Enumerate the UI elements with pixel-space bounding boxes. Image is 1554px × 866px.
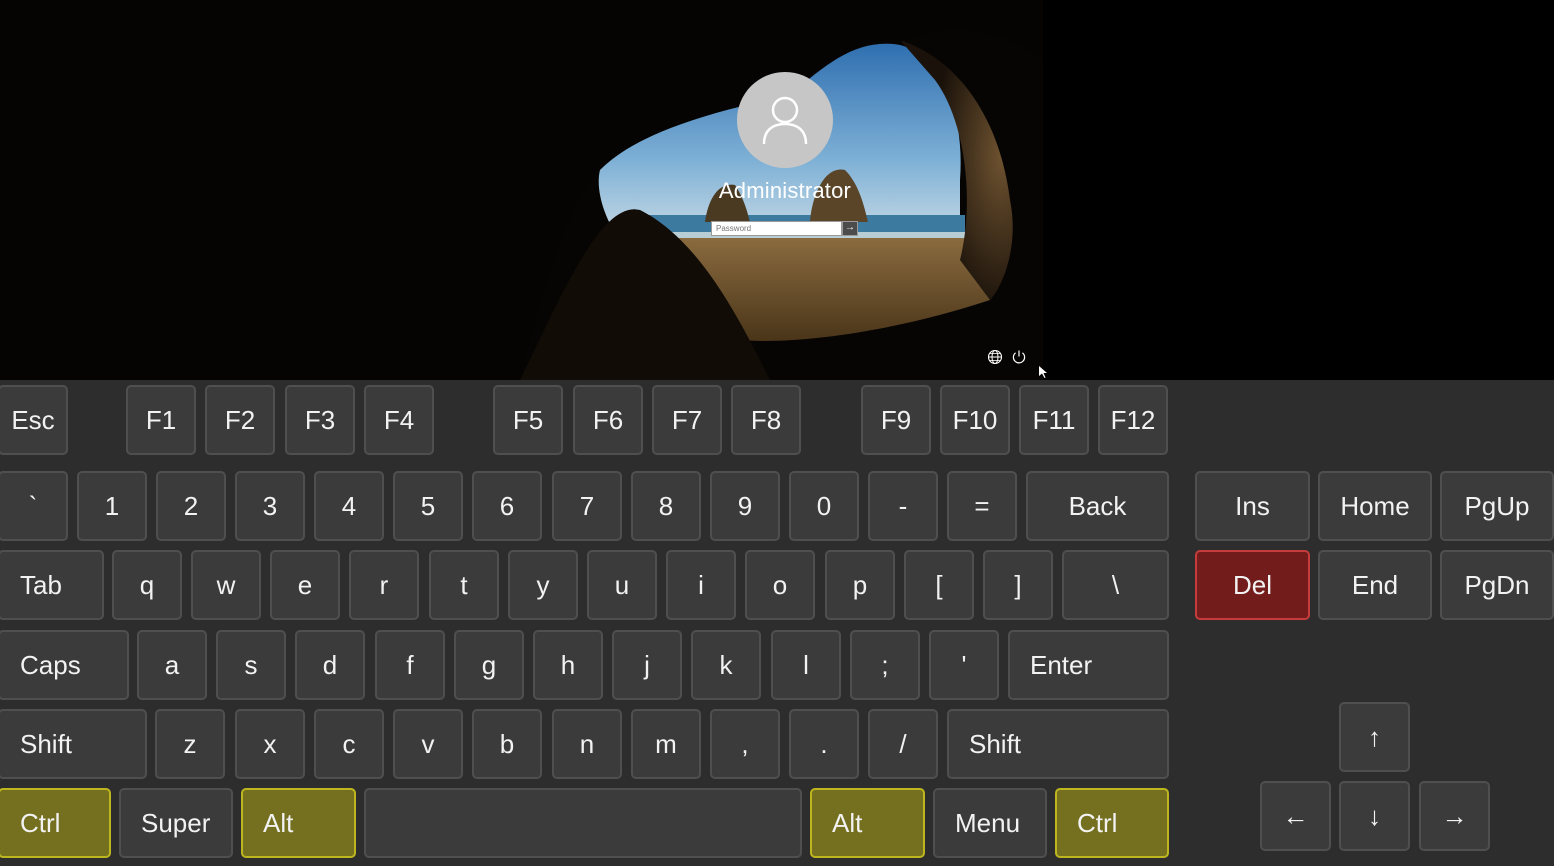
key-5[interactable]: 5	[393, 471, 463, 541]
key-right-bracket[interactable]: ]	[983, 550, 1053, 620]
key-m[interactable]: m	[631, 709, 701, 779]
key-space[interactable]	[364, 788, 802, 858]
key-arrow-left[interactable]: ←	[1260, 781, 1331, 851]
key-insert[interactable]: Ins	[1195, 471, 1310, 541]
key-n[interactable]: n	[552, 709, 622, 779]
key-p[interactable]: p	[825, 550, 895, 620]
key-home[interactable]: Home	[1318, 471, 1432, 541]
key-f10[interactable]: F10	[940, 385, 1010, 455]
key-f1[interactable]: F1	[126, 385, 196, 455]
key-f4[interactable]: F4	[364, 385, 434, 455]
on-screen-keyboard: Esc F1 F2 F3 F4 F5 F6 F7 F8 F9 F10 F11 F…	[0, 380, 1554, 866]
key-1[interactable]: 1	[77, 471, 147, 541]
password-input[interactable]	[711, 221, 842, 236]
key-delete[interactable]: Del	[1195, 550, 1310, 620]
key-f[interactable]: f	[375, 630, 445, 700]
key-g[interactable]: g	[454, 630, 524, 700]
mouse-cursor-icon	[1039, 366, 1047, 378]
key-o[interactable]: o	[745, 550, 815, 620]
windows-lock-screen: Administrator →	[0, 0, 1043, 380]
key-f12[interactable]: F12	[1098, 385, 1168, 455]
key-k[interactable]: k	[691, 630, 761, 700]
key-l[interactable]: l	[771, 630, 841, 700]
key-f3[interactable]: F3	[285, 385, 355, 455]
key-right-shift[interactable]: Shift	[947, 709, 1169, 779]
globe-icon[interactable]	[987, 349, 1003, 365]
key-left-shift[interactable]: Shift	[0, 709, 147, 779]
key-slash[interactable]: /	[868, 709, 938, 779]
user-avatar	[737, 72, 833, 168]
key-menu[interactable]: Menu	[933, 788, 1047, 858]
key-comma[interactable]: ,	[710, 709, 780, 779]
key-backslash[interactable]: \	[1062, 550, 1169, 620]
key-page-down[interactable]: PgDn	[1440, 550, 1554, 620]
key-f5[interactable]: F5	[493, 385, 563, 455]
key-esc[interactable]: Esc	[0, 385, 68, 455]
key-end[interactable]: End	[1318, 550, 1432, 620]
key-semicolon[interactable]: ;	[850, 630, 920, 700]
key-right-alt[interactable]: Alt	[810, 788, 925, 858]
key-f11[interactable]: F11	[1019, 385, 1089, 455]
key-6[interactable]: 6	[472, 471, 542, 541]
key-a[interactable]: a	[137, 630, 207, 700]
key-left-alt[interactable]: Alt	[241, 788, 356, 858]
key-b[interactable]: b	[472, 709, 542, 779]
key-3[interactable]: 3	[235, 471, 305, 541]
username-label: Administrator	[718, 178, 852, 203]
key-backtick[interactable]: `	[0, 471, 68, 541]
key-7[interactable]: 7	[552, 471, 622, 541]
key-8[interactable]: 8	[631, 471, 701, 541]
key-right-ctrl[interactable]: Ctrl	[1055, 788, 1169, 858]
key-9[interactable]: 9	[710, 471, 780, 541]
cave-beach-wallpaper	[0, 0, 1043, 380]
key-f2[interactable]: F2	[205, 385, 275, 455]
key-period[interactable]: .	[789, 709, 859, 779]
person-icon	[762, 96, 808, 145]
key-f9[interactable]: F9	[861, 385, 931, 455]
key-q[interactable]: q	[112, 550, 182, 620]
key-page-up[interactable]: PgUp	[1440, 471, 1554, 541]
key-left-ctrl[interactable]: Ctrl	[0, 788, 111, 858]
key-r[interactable]: r	[349, 550, 419, 620]
key-e[interactable]: e	[270, 550, 340, 620]
key-arrow-right[interactable]: →	[1419, 781, 1490, 851]
key-arrow-down[interactable]: ↓	[1339, 781, 1410, 851]
key-equals[interactable]: =	[947, 471, 1017, 541]
key-tab[interactable]: Tab	[0, 550, 104, 620]
key-x[interactable]: x	[235, 709, 305, 779]
key-f6[interactable]: F6	[573, 385, 643, 455]
key-arrow-up[interactable]: ↑	[1339, 702, 1410, 772]
key-minus[interactable]: -	[868, 471, 938, 541]
key-j[interactable]: j	[612, 630, 682, 700]
key-super[interactable]: Super	[119, 788, 233, 858]
key-y[interactable]: y	[508, 550, 578, 620]
key-left-bracket[interactable]: [	[904, 550, 974, 620]
key-z[interactable]: z	[155, 709, 225, 779]
arrow-right-icon[interactable]: →	[842, 221, 858, 236]
key-h[interactable]: h	[533, 630, 603, 700]
key-2[interactable]: 2	[156, 471, 226, 541]
power-icon[interactable]	[1011, 349, 1027, 365]
key-u[interactable]: u	[587, 550, 657, 620]
key-backspace[interactable]: Back	[1026, 471, 1169, 541]
key-enter[interactable]: Enter	[1008, 630, 1169, 700]
key-f8[interactable]: F8	[731, 385, 801, 455]
key-i[interactable]: i	[666, 550, 736, 620]
key-quote[interactable]: '	[929, 630, 999, 700]
key-caps[interactable]: Caps	[0, 630, 129, 700]
key-s[interactable]: s	[216, 630, 286, 700]
remote-desktop-view[interactable]: Administrator →	[0, 0, 1554, 380]
key-c[interactable]: c	[314, 709, 384, 779]
key-0[interactable]: 0	[789, 471, 859, 541]
key-w[interactable]: w	[191, 550, 261, 620]
key-v[interactable]: v	[393, 709, 463, 779]
key-d[interactable]: d	[295, 630, 365, 700]
key-f7[interactable]: F7	[652, 385, 722, 455]
key-t[interactable]: t	[429, 550, 499, 620]
key-4[interactable]: 4	[314, 471, 384, 541]
